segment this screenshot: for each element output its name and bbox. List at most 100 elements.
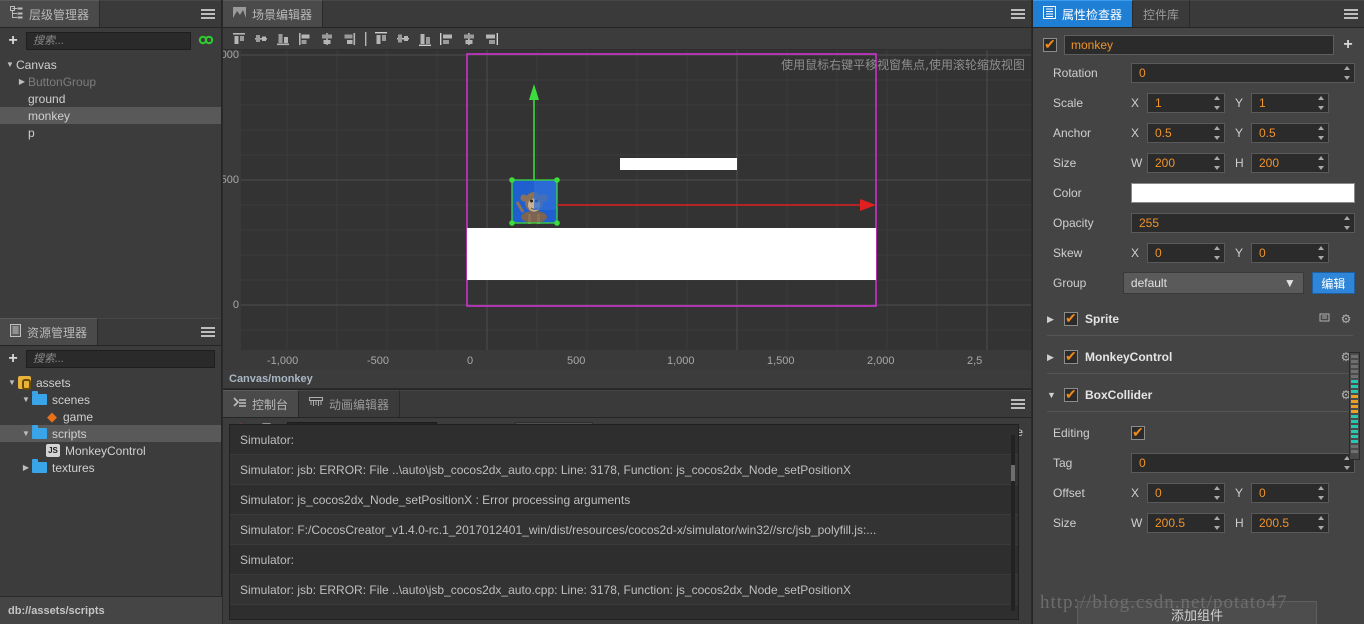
gear-icon[interactable]: ⚙ <box>1339 312 1353 326</box>
add-property-button[interactable]: + <box>1341 37 1355 53</box>
offset-y-input[interactable]: 0 <box>1251 483 1329 503</box>
rotation-input[interactable]: 0 <box>1131 63 1355 83</box>
inspector-menu-icon[interactable] <box>1338 0 1364 27</box>
size-w-stepper[interactable] <box>1212 155 1223 171</box>
tab-assets[interactable]: 资源管理器 <box>0 318 99 345</box>
chevron-down-icon[interactable]: ▼ <box>1047 390 1057 400</box>
link-icon[interactable] <box>197 33 215 50</box>
chevron-down-icon[interactable]: ▼ <box>4 60 16 69</box>
rotation-stepper[interactable] <box>1342 65 1353 81</box>
align-middle-h-icon[interactable] <box>251 30 271 48</box>
tab-widget-library[interactable]: 控件库 <box>1133 0 1191 27</box>
console-scrollbar-thumb[interactable] <box>1011 465 1015 481</box>
component-sprite-header[interactable]: ▶ Sprite ⚙ <box>1033 308 1364 330</box>
console-log-line[interactable]: Simulator: jsb: ERROR: File ..\auto\jsb_… <box>230 575 1018 605</box>
size-h-stepper[interactable] <box>1316 155 1327 171</box>
distribute-left-icon[interactable] <box>437 30 457 48</box>
group-edit-button[interactable]: 编辑 <box>1311 272 1355 294</box>
hierarchy-menu-icon[interactable] <box>195 0 221 27</box>
chevron-right-icon[interactable]: ▶ <box>16 77 28 86</box>
hierarchy-search-input[interactable]: 搜索... <box>26 32 191 50</box>
opacity-stepper[interactable] <box>1342 215 1353 231</box>
console-log-list[interactable]: Simulator: Simulator: jsb: ERROR: File ..… <box>229 424 1019 620</box>
align-top-icon[interactable] <box>229 30 249 48</box>
chevron-right-icon[interactable]: ▶ <box>1047 352 1057 363</box>
align-center-v-icon[interactable] <box>317 30 337 48</box>
asset-node-textures[interactable]: ▶ textures <box>0 459 221 476</box>
distribute-center-icon[interactable] <box>459 30 479 48</box>
editing-checkbox[interactable] <box>1131 424 1145 440</box>
console-menu-icon[interactable] <box>1005 390 1031 417</box>
scale-x-stepper[interactable] <box>1212 95 1223 111</box>
tab-console[interactable]: 控制台 <box>223 390 300 417</box>
asset-node-scenes[interactable]: ▼ scenes <box>0 391 221 408</box>
tab-animation-editor[interactable]: 动画编辑器 <box>299 390 401 417</box>
scale-y-stepper[interactable] <box>1316 95 1327 111</box>
asset-node-assets[interactable]: ▼ assets <box>0 374 221 391</box>
assets-menu-icon[interactable] <box>195 318 221 345</box>
asset-node-scripts[interactable]: ▼ scripts <box>0 425 221 442</box>
node-name-input[interactable]: monkey <box>1064 35 1334 55</box>
align-right-icon[interactable] <box>339 30 359 48</box>
skew-y-stepper[interactable] <box>1316 245 1327 261</box>
collider-w-stepper[interactable] <box>1212 515 1223 531</box>
assets-search-input[interactable]: 搜索... <box>26 350 215 368</box>
chevron-right-icon[interactable]: ▶ <box>20 463 32 472</box>
hierarchy-node-p[interactable]: ▶p <box>0 124 221 141</box>
group-select[interactable]: default ▼ <box>1122 272 1304 294</box>
tab-hierarchy[interactable]: 层级管理器 <box>0 0 101 27</box>
console-log-line[interactable]: Simulator: <box>230 545 1018 575</box>
component-boxcollider-header[interactable]: ▼ BoxCollider ⚙ <box>1033 384 1364 406</box>
console-scrollbar[interactable] <box>1011 435 1015 611</box>
distribute-top-icon[interactable] <box>371 30 391 48</box>
scene-viewport[interactable]: 使用鼠标右键平移视窗焦点,使用滚轮缩放视图 1,000 500 0 -1,000 -5… <box>223 50 1031 370</box>
opacity-input[interactable]: 255 <box>1131 213 1355 233</box>
console-log-line[interactable]: Simulator: <box>230 425 1018 455</box>
hierarchy-node-buttongroup[interactable]: ▶ ButtonGroup <box>0 73 221 90</box>
inspector-scrollbar-thumb[interactable] <box>1349 352 1360 460</box>
distribute-middle-icon[interactable] <box>393 30 413 48</box>
tab-inspector[interactable]: 属性检查器 <box>1033 0 1134 27</box>
chevron-down-icon[interactable]: ▼ <box>6 378 18 387</box>
size-w-input[interactable]: 200 <box>1147 153 1225 173</box>
console-log-line[interactable]: Simulator: js_cocos2dx_Node_setPositionX… <box>230 485 1018 515</box>
skew-x-stepper[interactable] <box>1212 245 1223 261</box>
distribute-bottom-icon[interactable] <box>415 30 435 48</box>
tab-scene-editor[interactable]: 场景编辑器 <box>223 0 324 27</box>
component-monkeycontrol-checkbox[interactable] <box>1064 348 1078 364</box>
hierarchy-add-button[interactable]: + <box>6 33 20 49</box>
assets-add-button[interactable]: + <box>6 351 20 367</box>
asset-node-game[interactable]: ▶◆game <box>0 408 221 425</box>
offset-y-stepper[interactable] <box>1316 485 1327 501</box>
help-icon[interactable] <box>1318 312 1332 326</box>
component-monkeycontrol-header[interactable]: ▶ MonkeyControl ⚙ <box>1033 346 1364 368</box>
distribute-right-icon[interactable] <box>481 30 501 48</box>
chevron-down-icon[interactable]: ▼ <box>20 429 32 438</box>
hierarchy-node-ground[interactable]: ▶ground <box>0 90 221 107</box>
skew-x-input[interactable]: 0 <box>1147 243 1225 263</box>
hierarchy-node-monkey[interactable]: ▶monkey <box>0 107 221 124</box>
collider-h-stepper[interactable] <box>1316 515 1327 531</box>
size-h-input[interactable]: 200 <box>1251 153 1329 173</box>
console-log-line[interactable]: Simulator: jsb: ERROR: File ..\auto\jsb_… <box>230 455 1018 485</box>
asset-node-monkeycontrol[interactable]: ▶JSMonkeyControl <box>0 442 221 459</box>
anchor-x-input[interactable]: 0.5 <box>1147 123 1225 143</box>
hierarchy-node-canvas[interactable]: ▼ Canvas <box>0 56 221 73</box>
scale-x-input[interactable]: 1 <box>1147 93 1225 113</box>
component-boxcollider-checkbox[interactable] <box>1064 386 1078 402</box>
anchor-y-stepper[interactable] <box>1316 125 1327 141</box>
node-enabled-checkbox[interactable] <box>1043 36 1057 52</box>
component-sprite-checkbox[interactable] <box>1064 310 1078 326</box>
console-log-line[interactable]: Simulator: F:/CocosCreator_v1.4.0-rc.1_2… <box>230 515 1018 545</box>
color-swatch[interactable] <box>1131 183 1355 203</box>
align-left-icon[interactable] <box>295 30 315 48</box>
chevron-right-icon[interactable]: ▶ <box>1047 314 1057 325</box>
anchor-y-input[interactable]: 0.5 <box>1251 123 1329 143</box>
align-bottom-icon[interactable] <box>273 30 293 48</box>
collider-w-input[interactable]: 200.5 <box>1147 513 1225 533</box>
offset-x-input[interactable]: 0 <box>1147 483 1225 503</box>
tag-input[interactable]: 0 <box>1131 453 1355 473</box>
offset-x-stepper[interactable] <box>1212 485 1223 501</box>
collider-h-input[interactable]: 200.5 <box>1251 513 1329 533</box>
chevron-down-icon[interactable]: ▼ <box>20 395 32 404</box>
